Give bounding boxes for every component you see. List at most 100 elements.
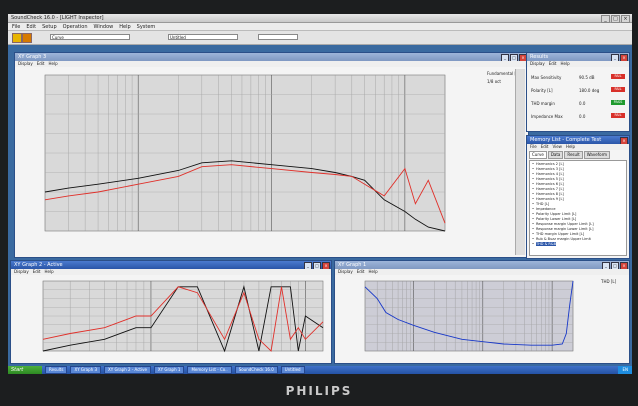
list-item[interactable]: Harmonics 5 [L] xyxy=(532,177,564,181)
menu-edit[interactable]: Edit xyxy=(33,269,41,275)
app-title-bar: SoundCheck 16.0 - [LIGHT Inspector] _ □ … xyxy=(8,14,632,23)
menu-edit[interactable]: Edit xyxy=(549,61,557,67)
run-icon[interactable] xyxy=(12,33,22,43)
menu-display[interactable]: Display xyxy=(14,269,29,275)
minimize-button[interactable]: _ xyxy=(601,15,610,23)
option-field[interactable] xyxy=(258,34,298,40)
app-menubar: File Edit Setup Operation Window Help Sy… xyxy=(8,23,632,31)
list-item[interactable]: Polarity Lower Limit [L] xyxy=(532,217,576,221)
result-value: 90.5 dB xyxy=(579,75,595,80)
stop-icon[interactable] xyxy=(22,33,32,43)
menu-edit[interactable]: Edit xyxy=(26,24,36,30)
results-window: Results _ × Display Edit Help Max Sensiti… xyxy=(526,52,630,132)
window-title: XY Graph 1 xyxy=(338,262,367,268)
menu-display[interactable]: Display xyxy=(338,269,353,275)
desktop-screen: SoundCheck 16.0 - [LIGHT Inspector] _ □ … xyxy=(8,14,632,374)
list-item[interactable]: Harmonics 4 [L] xyxy=(532,172,564,176)
taskbar-item[interactable]: XY Graph 1 xyxy=(153,366,185,374)
menu-edit[interactable]: Edit xyxy=(37,61,45,67)
window-title: XY Graph 2 - Active xyxy=(14,262,63,268)
menu-system[interactable]: System xyxy=(137,24,156,30)
xy-graph-3-titlebar: XY Graph 3 _ □ × xyxy=(15,53,528,62)
result-label: Max Sensitivity xyxy=(531,75,562,80)
tab-strip: Curve Data Result Waveform xyxy=(529,151,627,159)
list-item[interactable]: Polarity Upper Limit [L] xyxy=(532,212,576,216)
taskbar-item[interactable]: Untitled xyxy=(280,366,305,374)
maximize-button[interactable]: □ xyxy=(611,15,620,23)
status-badge: FAIL xyxy=(611,113,625,118)
taskbar-item[interactable]: XY Graph 3 xyxy=(70,366,101,374)
memory-list-titlebar: Memory List - Complete Test × xyxy=(527,136,629,145)
window-title: XY Graph 3 xyxy=(18,54,47,60)
list-item[interactable]: Response margin Lower Limit [L] xyxy=(532,227,593,231)
menu-help[interactable]: Help xyxy=(561,61,570,67)
app-title: SoundCheck 16.0 - [LIGHT Inspector] xyxy=(11,15,104,21)
taskbar-item[interactable]: Results xyxy=(45,366,68,374)
tab-result[interactable]: Result xyxy=(564,151,583,159)
menu-display[interactable]: Display xyxy=(530,61,545,67)
menu-help[interactable]: Help xyxy=(369,269,378,275)
tab-curve[interactable]: Curve xyxy=(529,151,547,159)
legend-title: THD [L] xyxy=(601,279,617,284)
system-tray: EN xyxy=(618,366,632,374)
list-item[interactable]: Harmonics 7 [L] xyxy=(532,187,564,191)
taskbar-item[interactable]: XY Graph 2 - Active xyxy=(104,366,151,374)
app-toolbar: Curve Untitled xyxy=(8,31,632,45)
memory-list: Harmonics 2 [L] Harmonics 3 [L] Harmonic… xyxy=(529,160,627,256)
status-badge: PASS xyxy=(611,100,625,105)
result-label: Polarity [L] xyxy=(531,88,553,93)
menu-file[interactable]: File xyxy=(12,24,20,30)
tab-waveform[interactable]: Waveform xyxy=(583,151,611,159)
result-label: Impedance Max xyxy=(531,114,563,119)
list-item[interactable]: Harmonics 8 [L] xyxy=(532,192,564,196)
list-item[interactable]: THD margin Upper Limit [L] xyxy=(532,232,584,236)
menu-view[interactable]: View xyxy=(552,144,562,150)
window-title: Results xyxy=(530,54,549,60)
menu-edit[interactable]: Edit xyxy=(541,144,549,150)
menu-window[interactable]: Window xyxy=(94,24,114,30)
menu-setup[interactable]: Setup xyxy=(42,24,57,30)
polarity-chart[interactable] xyxy=(29,277,327,361)
status-badge: FAIL xyxy=(611,87,625,92)
list-item[interactable]: Response margin Upper Limit [L] xyxy=(532,222,594,226)
list-item-selected[interactable]: THD & R&B xyxy=(532,242,556,246)
start-button[interactable]: Start xyxy=(8,366,42,374)
memory-list-window: Memory List - Complete Test × File Edit … xyxy=(526,135,630,259)
list-item[interactable]: Harmonics 9 [L] xyxy=(532,197,564,201)
result-value: 0.0 xyxy=(579,101,586,106)
taskbar-item[interactable]: Memory List - Co.. xyxy=(187,366,232,374)
list-item[interactable]: Harmonics 6 [L] xyxy=(532,182,564,186)
xy-graph-1-window: XY Graph 1 _ □ × Display Edit Help THD [L] xyxy=(334,260,630,364)
result-label: THD margin xyxy=(531,101,555,106)
menu-display[interactable]: Display xyxy=(18,61,33,67)
xy-graph-2-titlebar: XY Graph 2 - Active _ □ × xyxy=(11,261,331,270)
status-badge: FAIL xyxy=(611,74,625,79)
list-item[interactable]: Impedance xyxy=(532,207,556,211)
list-item[interactable]: Harmonics 2 [L] xyxy=(532,162,564,166)
list-item[interactable]: Harmonics 3 [L] xyxy=(532,167,564,171)
close-button[interactable]: × xyxy=(621,15,630,23)
file-field[interactable]: Untitled xyxy=(168,34,238,40)
menu-operation[interactable]: Operation xyxy=(63,24,88,30)
thd-chart[interactable] xyxy=(351,277,577,361)
xy-graph-2-window: XY Graph 2 - Active _ □ × Display Edit Hel… xyxy=(10,260,332,364)
menu-help[interactable]: Help xyxy=(45,269,54,275)
xy-graph-3-window: XY Graph 3 _ □ × Display Edit Help Fundame… xyxy=(14,52,529,258)
frequency-response-chart[interactable] xyxy=(31,71,449,241)
xy-graph-1-titlebar: XY Graph 1 _ □ × xyxy=(335,261,629,270)
list-item[interactable]: Rub & Buzz margin Upper Limit xyxy=(532,237,591,241)
tab-data[interactable]: Data xyxy=(547,151,564,159)
menu-help[interactable]: Help xyxy=(566,144,575,150)
menu-help[interactable]: Help xyxy=(49,61,58,67)
vertical-scrollbar[interactable] xyxy=(515,69,525,255)
menu-edit[interactable]: Edit xyxy=(357,269,365,275)
result-value: 0.0 xyxy=(579,114,586,119)
menu-help[interactable]: Help xyxy=(119,24,130,30)
sequence-field[interactable]: Curve xyxy=(50,34,130,40)
window-title: Memory List - Complete Test xyxy=(530,137,602,143)
taskbar-item[interactable]: SoundCheck 16.0 xyxy=(234,366,278,374)
menu-file[interactable]: File xyxy=(530,144,537,150)
list-item[interactable]: THD [L] xyxy=(532,202,549,206)
legend-value: 1/8 oct xyxy=(487,79,501,84)
result-value: 180.0 deg xyxy=(579,88,600,93)
